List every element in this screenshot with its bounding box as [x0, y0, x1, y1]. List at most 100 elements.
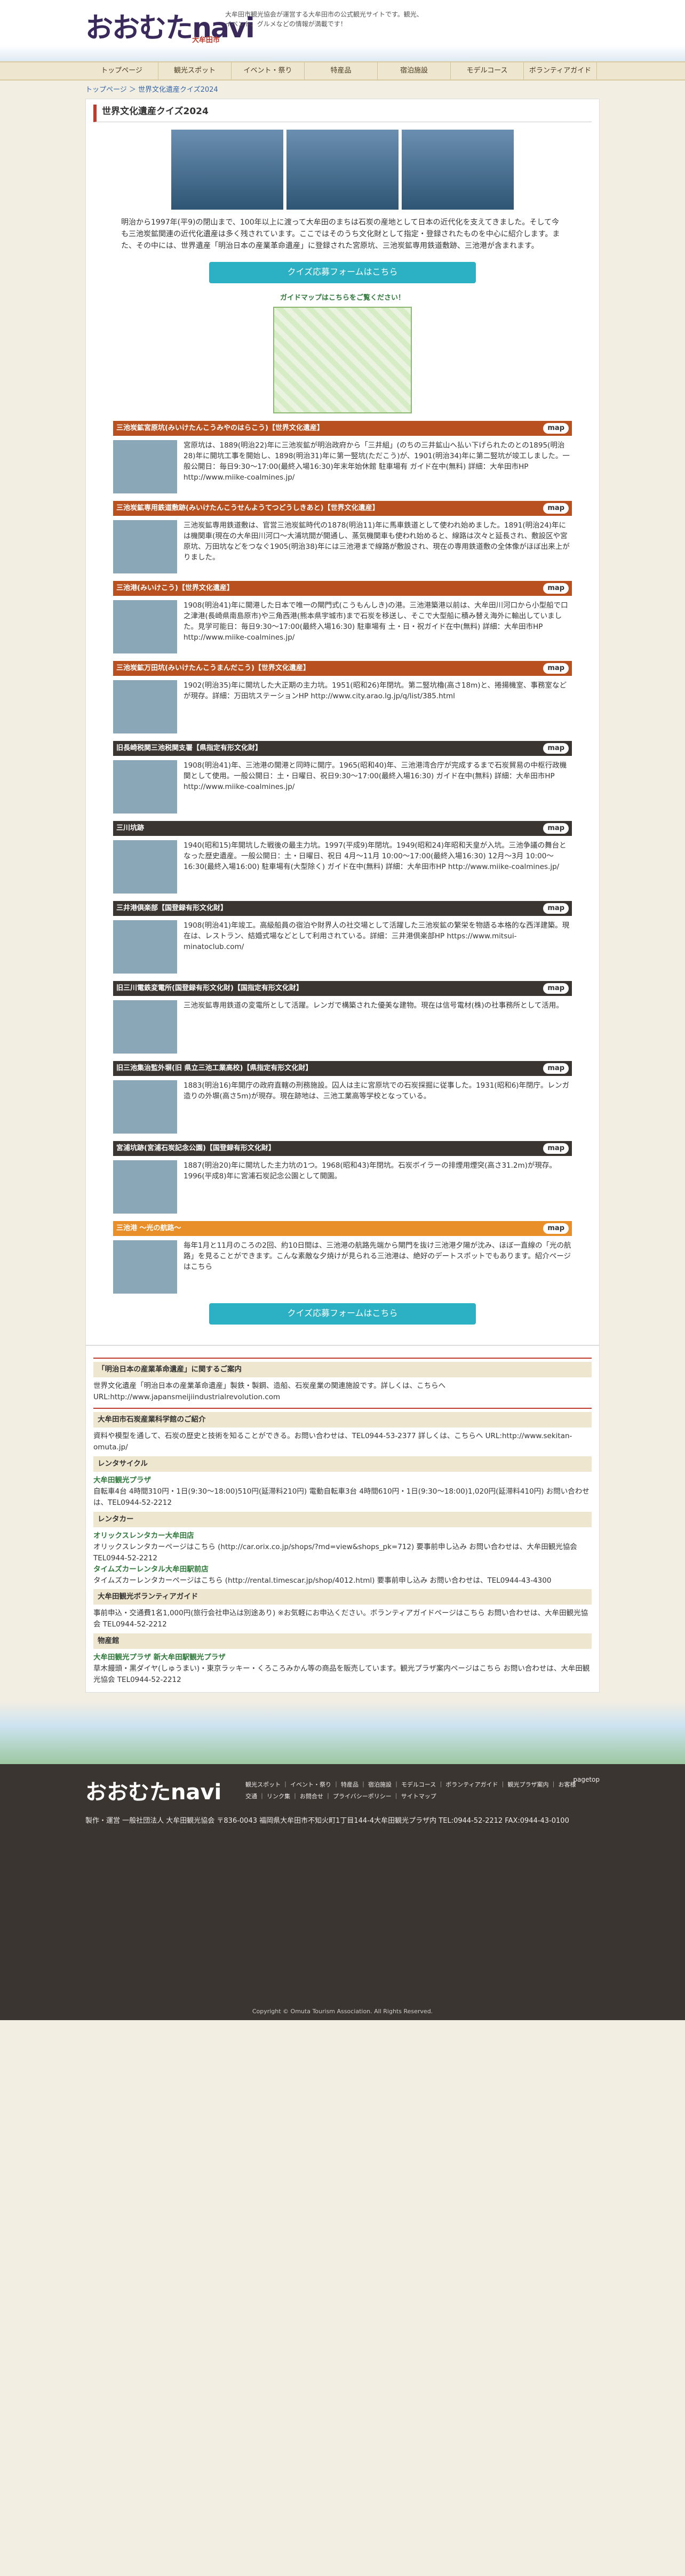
site-entry: 三川坑跡 map 1940(昭和15)年開坑した戦後の最主力坑。1997(平成9)… — [113, 820, 572, 894]
car2-name[interactable]: タイムズカーレンタル大牟田駅前店 — [93, 1564, 592, 1575]
quiz-form-button[interactable]: クイズ応募フォームはこちら — [209, 261, 476, 283]
map-button[interactable]: map — [543, 983, 569, 994]
pagetop-button[interactable]: pagetop — [573, 1775, 600, 1785]
map-button[interactable]: map — [543, 903, 569, 914]
footer-illustration — [0, 1700, 685, 1764]
heritage-text: 世界文化遺産「明治日本の産業革命遺産」製鉄・製鋼、造船、石炭産業の関連施設です。… — [93, 1381, 446, 1401]
site-title: 三池港(みいけこう)【世界文化遺産】 — [116, 584, 234, 592]
guide-map-link[interactable]: ガイドマップはこちらをご覧ください！ — [93, 293, 592, 304]
heritage-heading: 「明治日本の産業革命遺産」に関するご案内 — [93, 1361, 592, 1377]
intro-text: 明治から1997年(平9)の閉山まで、100年以上に渡って大牟田のまちは石炭の産… — [121, 218, 560, 250]
nav-lodging[interactable]: 宿泊施設 — [378, 62, 451, 79]
footer-address: 製作・運営 一般社団法人 大牟田観光協会 〒836-0043 福岡県大牟田市不知… — [85, 1816, 569, 1825]
map-button[interactable]: map — [543, 422, 569, 434]
goods-text: 草木饅頭・黒ダイヤ(しゅうまい)・東京ラッキー・くろころみかん等の商品を販売して… — [93, 1664, 590, 1684]
site-photo — [113, 1160, 177, 1214]
photo-strip — [93, 130, 592, 210]
site-entry: 三池炭鉱万田坑(みいけたんこうまんだこう)【世界文化遺産】 map 1902(明治… — [113, 660, 572, 733]
nav-guide[interactable]: ボランティアガイド — [524, 62, 597, 79]
site-entry: 旧長崎税関三池税関支署【県指定有形文化財】 map 1908(明治41)年、三池港… — [113, 740, 572, 814]
site-description: 三池炭鉱専用鉄道の変電所として活躍。レンガで構築された優美な建物。現在は信号電材… — [184, 1001, 563, 1010]
site-heading: 三川坑跡 map — [113, 820, 572, 836]
nav-spots[interactable]: 観光スポット — [158, 62, 232, 79]
guide-map-image[interactable] — [273, 306, 412, 413]
rental-name[interactable]: 大牟田観光プラザ — [93, 1475, 592, 1486]
site-heading: 宮浦坑跡(宮浦石炭記念公園)【国登録有形文化財】 map — [113, 1141, 572, 1156]
map-button[interactable]: map — [543, 1223, 569, 1234]
photo — [286, 130, 399, 210]
site-heading: 三池港(みいけこう)【世界文化遺産】 map — [113, 580, 572, 596]
site-description: 毎年1月と11月のころの2回、約10日間は、三池港の航路先端から閘門を抜け三池港… — [184, 1241, 571, 1272]
map-button[interactable]: map — [543, 583, 569, 594]
site-photo — [113, 440, 177, 493]
site-description: 三池炭鉱専用鉄道敷は、官営三池炭鉱時代の1878(明治11)年に馬車鉄道として使… — [184, 521, 570, 562]
site-title: 宮浦坑跡(宮浦石炭記念公園)【国登録有形文化財】 — [116, 1144, 275, 1152]
goods-heading: 物産館 — [93, 1633, 592, 1649]
site-title: 三池港 〜光の航路〜 — [116, 1224, 181, 1232]
site-photo — [113, 840, 177, 894]
site-entry: 三池炭鉱宮原坑(みいけたんこうみやのはらこう)【世界文化遺産】 map 宮原坑は、… — [113, 420, 572, 493]
nav-courses[interactable]: モデルコース — [451, 62, 524, 79]
site-heading: 三井港倶楽部【国登録有形文化財】 map — [113, 900, 572, 916]
site-title: 旧三川電鉄変電所(国登録有形文化財)【国指定有形文化財】 — [116, 984, 303, 992]
site-entry: 三池港(みいけこう)【世界文化遺産】 map 1908(明治41)年に開港した日本… — [113, 580, 572, 653]
site-heading: 三池炭鉱専用鉄道敷跡(みいけたんこうせんようてつどうしきあと)【世界文化遺産】 m… — [113, 500, 572, 516]
global-nav: トップページ 観光スポット イベント・祭り 特産品 宿泊施設 モデルコース ボラ… — [0, 61, 685, 81]
photo — [171, 130, 283, 210]
museum-text: 資料や模型を通して、石炭の歴史と技術を知ることができる。お問い合わせは、TEL0… — [93, 1432, 572, 1452]
site-photo — [113, 1000, 177, 1054]
map-button[interactable]: map — [543, 663, 569, 674]
nav-top[interactable]: トップページ — [85, 62, 158, 79]
site-heading: 三池炭鉱万田坑(みいけたんこうまんだこう)【世界文化遺産】 map — [113, 660, 572, 676]
info-section: 「明治日本の産業革命遺産」に関するご案内世界文化遺産「明治日本の産業革命遺産」製… — [85, 1345, 600, 1693]
footer-links[interactable]: 観光スポット ｜ イベント・祭り ｜ 特産品 ｜ 宿泊施設 ｜ モデルコース ｜… — [245, 1779, 576, 1803]
map-button[interactable]: map — [543, 1063, 569, 1074]
car1-name[interactable]: オリックスレンタカー大牟田店 — [93, 1530, 592, 1542]
site-photo — [113, 1240, 177, 1294]
site-photo — [113, 1080, 177, 1134]
site-description: 1883(明治16)年開庁の政府直轄の刑務施設。囚人は主に宮原坑での石炭採掘に従… — [184, 1081, 570, 1100]
car-heading: レンタカー — [93, 1511, 592, 1527]
map-button[interactable]: map — [543, 823, 569, 834]
map-button[interactable]: map — [543, 1143, 569, 1154]
site-footer: おおむたnavi 観光スポット ｜ イベント・祭り ｜ 特産品 ｜ 宿泊施設 ｜… — [0, 1764, 685, 2020]
site-title: 三池炭鉱宮原坑(みいけたんこうみやのはらこう)【世界文化遺産】 — [116, 424, 324, 432]
site-photo — [113, 920, 177, 974]
site-entry: 宮浦坑跡(宮浦石炭記念公園)【国登録有形文化財】 map 1887(明治20)年に… — [113, 1141, 572, 1214]
car2-text: タイムズカーレンタカーページはこちら (http://rental.timesc… — [93, 1576, 552, 1585]
site-entry: 旧三川電鉄変電所(国登録有形文化財)【国指定有形文化財】 map 三池炭鉱専用鉄道… — [113, 980, 572, 1054]
volunteer-text: 事前申込・交通費1名1,000円(旅行会社申込は別途あり) ※お気軽にお申込くだ… — [93, 1609, 588, 1629]
breadcrumb[interactable]: トップページ ＞ 世界文化遺産クイズ2024 — [85, 85, 600, 95]
site-heading: 旧三池集治監外塀(旧 県立三池工業高校)【県指定有形文化財】 map — [113, 1060, 572, 1076]
site-description: 1908(明治41)年、三池港の開港と同時に開庁。1965(昭和40)年、三池港… — [184, 761, 567, 792]
map-button[interactable]: map — [543, 743, 569, 754]
site-title: 旧長崎税関三池税関支署【県指定有形文化財】 — [116, 744, 262, 752]
site-entry: 三池炭鉱専用鉄道敷跡(みいけたんこうせんようてつどうしきあと)【世界文化遺産】 m… — [113, 500, 572, 573]
site-description: 1908(明治41)年竣工。高級船員の宿泊や財界人の社交場として活躍した三池炭鉱… — [184, 921, 570, 952]
photo — [402, 130, 514, 210]
logo-sub: 大牟田市 — [192, 36, 220, 44]
museum-heading: 大牟田市石炭産業科学館のご紹介 — [93, 1412, 592, 1428]
site-photo — [113, 520, 177, 573]
goods-name[interactable]: 大牟田観光プラザ 新大牟田駅観光プラザ — [93, 1652, 592, 1663]
site-heading: 三池港 〜光の航路〜 map — [113, 1221, 572, 1236]
main-content: 世界文化遺産クイズ2024 明治から1997年(平9)の閉山まで、100年以上に… — [85, 99, 600, 1345]
map-button[interactable]: map — [543, 503, 569, 514]
nav-events[interactable]: イベント・祭り — [232, 62, 305, 79]
quiz-form-button-bottom[interactable]: クイズ応募フォームはこちら — [209, 1303, 476, 1325]
car1-text: オリックスレンタカーページはこちら (http://car.orix.co.jp… — [93, 1542, 577, 1562]
site-description: 1902(明治35)年に開坑した大正期の主力坑。1951(昭和26)年閉坑。第二… — [184, 681, 567, 700]
site-heading: 三池炭鉱宮原坑(みいけたんこうみやのはらこう)【世界文化遺産】 map — [113, 420, 572, 436]
site-photo — [113, 760, 177, 814]
site-description: 宮原坑は、1889(明治22)年に三池炭鉱が明治政府から「三井組」(のちの三井鉱… — [184, 441, 570, 482]
site-entry: 三池港 〜光の航路〜 map 毎年1月と11月のころの2回、約10日間は、三池港の… — [113, 1221, 572, 1294]
site-title: 三井港倶楽部【国登録有形文化財】 — [116, 904, 228, 912]
nav-products[interactable]: 特産品 — [305, 62, 378, 79]
page-title: 世界文化遺産クイズ2024 — [93, 105, 592, 123]
site-photo — [113, 600, 177, 653]
site-tagline: 大牟田市観光協会が運営する大牟田市の公式観光サイトです。観光、イベント、グルメな… — [225, 11, 423, 28]
town-illustration — [0, 45, 685, 61]
rental-heading: レンタサイクル — [93, 1456, 592, 1472]
site-heading: 旧長崎税関三池税関支署【県指定有形文化財】 map — [113, 740, 572, 756]
site-description: 1887(明治20)年に開坑した主力坑の1つ。1968(昭和43)年閉坑。石炭ボ… — [184, 1161, 556, 1181]
